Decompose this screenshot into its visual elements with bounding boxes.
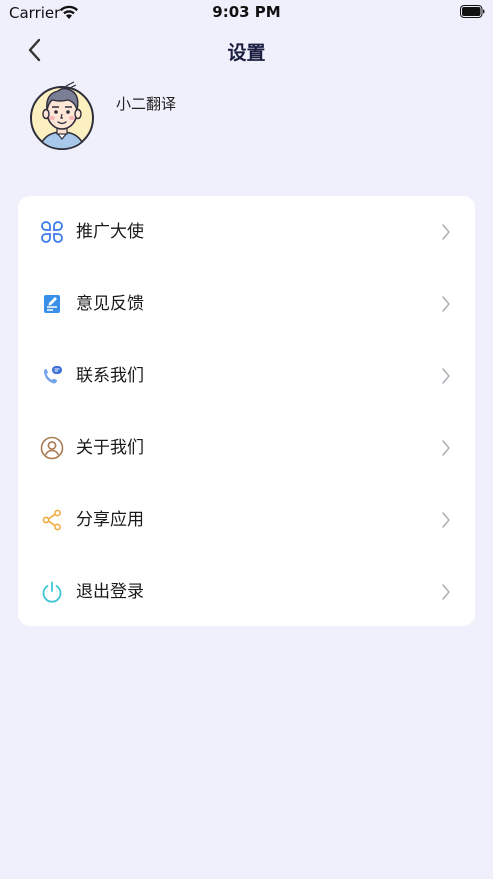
settings-menu: 推广大使 意见反馈 联系我们 关于我们 分享应用 退出登录 — [18, 196, 475, 626]
status-bar: Carrier 9:03 PM — [0, 0, 493, 26]
phone-icon — [44, 366, 62, 384]
menu-item-about[interactable]: 关于我们 — [18, 412, 475, 484]
chevron-right-icon — [442, 296, 450, 312]
battery-icon — [460, 5, 485, 18]
feedback-icon — [44, 295, 60, 313]
menu-label: 联系我们 — [76, 366, 144, 386]
chevron-right-icon — [442, 368, 450, 384]
user-circle-icon — [40, 436, 64, 460]
menu-label: 退出登录 — [76, 582, 144, 602]
menu-item-contact[interactable]: 联系我们 — [18, 340, 475, 412]
chevron-right-icon — [442, 440, 450, 456]
page-title: 设置 — [227, 42, 266, 64]
chevron-right-icon — [442, 584, 450, 600]
avatar[interactable] — [30, 76, 94, 152]
share-icon — [42, 509, 61, 531]
menu-label: 推广大使 — [76, 222, 144, 242]
menu-item-logout[interactable]: 退出登录 — [18, 556, 475, 628]
grid-icon — [41, 221, 63, 243]
menu-item-share[interactable]: 分享应用 — [18, 484, 475, 556]
nav-bar: 设置 — [0, 28, 493, 72]
power-icon — [42, 581, 62, 603]
chevron-right-icon — [442, 512, 450, 528]
username: 小二翻译 — [116, 95, 177, 113]
chevron-right-icon — [442, 224, 450, 240]
menu-label: 意见反馈 — [76, 294, 144, 314]
status-time: 9:03 PM — [212, 3, 281, 21]
menu-item-feedback[interactable]: 意见反馈 — [18, 268, 475, 340]
menu-label: 关于我们 — [76, 438, 144, 458]
menu-label: 分享应用 — [76, 510, 144, 530]
menu-item-ambassador[interactable]: 推广大使 — [18, 196, 475, 268]
profile-section: 小二翻译 — [30, 76, 330, 152]
